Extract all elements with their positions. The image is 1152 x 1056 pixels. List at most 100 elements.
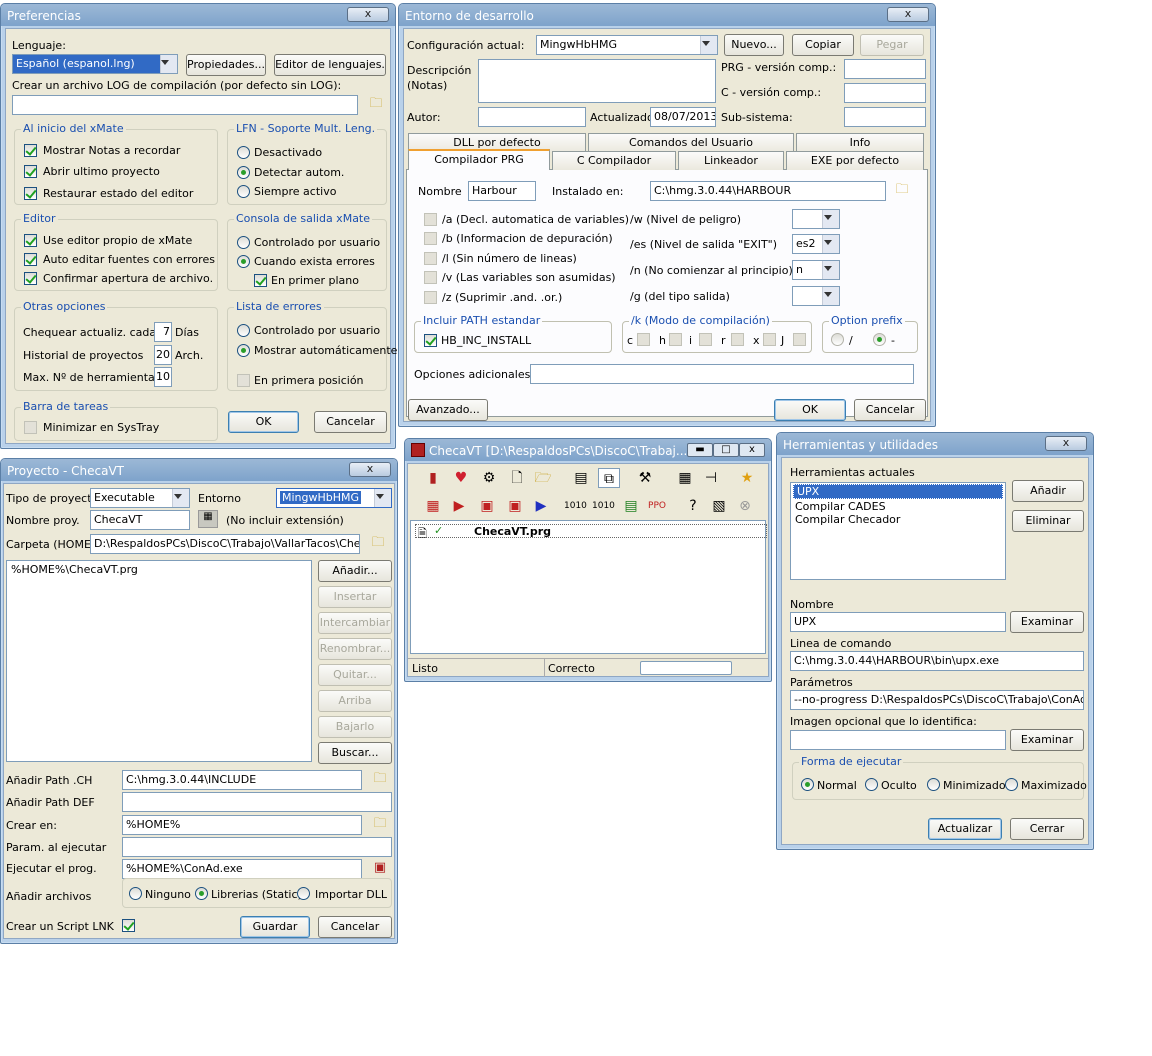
cancel-button[interactable]: Cancelar [854, 399, 926, 421]
gears-icon[interactable]: ⚙ [478, 468, 500, 488]
close-button[interactable]: x [349, 462, 391, 477]
radio[interactable] [801, 778, 814, 791]
title-bar[interactable]: Entorno de desarrollo [399, 4, 935, 26]
ppo-icon[interactable]: PPO [646, 496, 668, 516]
checkbox[interactable] [24, 253, 37, 266]
folder-icon[interactable]: 🗀 [370, 770, 390, 788]
new-file-icon[interactable]: 🗋 [506, 468, 528, 488]
copiar-button[interactable]: Copiar [792, 34, 854, 56]
tab-exe[interactable]: EXE por defecto [786, 151, 924, 170]
prg-version-input[interactable] [844, 59, 926, 79]
quitar-button[interactable]: Quitar... [318, 664, 392, 686]
binary-icon[interactable]: 1010 [592, 496, 615, 516]
w-select[interactable] [792, 209, 840, 229]
checkbox[interactable] [793, 333, 806, 346]
help-icon[interactable]: ? [682, 496, 704, 516]
propiedades-button[interactable]: Propiedades... [186, 54, 266, 76]
eliminar-button[interactable]: Eliminar [1012, 510, 1084, 532]
checkbox[interactable] [24, 272, 37, 285]
g-select[interactable] [792, 286, 840, 306]
rebuild-run-icon[interactable]: ▣ [504, 496, 526, 516]
renombrar-button[interactable]: Renombrar... [318, 638, 392, 660]
cerrar-button[interactable]: Cerrar [1010, 818, 1084, 840]
title-bar[interactable]: Proyecto - ChecaVT [1, 459, 397, 481]
close-button[interactable]: x [347, 7, 389, 22]
ejecutar-input[interactable]: %HOME%\ConAd.exe [122, 859, 362, 879]
config-select[interactable]: MingwHbHMG [536, 35, 718, 55]
nuevo-button[interactable]: Nuevo... [724, 34, 784, 56]
folder-icon[interactable]: 🗀 [366, 95, 386, 113]
maximize-button[interactable]: □ [713, 443, 739, 457]
tree-icon[interactable]: ▤ [620, 496, 642, 516]
autor-input[interactable] [478, 107, 586, 127]
entorno-select[interactable]: MingwHbHMG [276, 488, 392, 508]
checkbox[interactable] [731, 333, 744, 346]
historial-input[interactable]: 20 [154, 345, 172, 365]
radio[interactable] [237, 146, 250, 159]
calculator-icon[interactable]: ▦ [198, 510, 218, 528]
tab-linkeador[interactable]: Linkeador [678, 151, 784, 170]
max-herramientas-input[interactable]: 10 [154, 367, 172, 387]
buscar-button[interactable]: Buscar... [318, 742, 392, 764]
folder-icon[interactable]: 🗀 [892, 181, 912, 199]
tab-info[interactable]: Info [796, 133, 924, 152]
tab-comandos[interactable]: Comandos del Usuario [588, 133, 794, 152]
checkbox[interactable] [424, 213, 437, 226]
folder-icon[interactable]: 🗀 [368, 534, 388, 552]
minimize-button[interactable]: ▬ [687, 443, 713, 457]
c-version-input[interactable] [844, 83, 926, 103]
tab-compilador-prg[interactable]: Compilador PRG [408, 149, 550, 170]
radio[interactable] [237, 324, 250, 337]
n-select[interactable]: n [792, 260, 840, 280]
ok-button[interactable]: OK [774, 399, 846, 421]
rebuild-icon[interactable]: ▣ [476, 496, 498, 516]
pegar-button[interactable]: Pegar [860, 34, 924, 56]
cancel-button[interactable]: Cancelar [318, 916, 392, 938]
insertar-button[interactable]: Insertar [318, 586, 392, 608]
radio[interactable] [297, 887, 310, 900]
list-item[interactable]: %HOME%\ChecaVT.prg [7, 561, 311, 578]
nombre-input[interactable]: ChecaVT [90, 510, 190, 530]
checkbox[interactable] [24, 421, 37, 434]
imagen-input[interactable] [790, 730, 1006, 750]
checkbox[interactable] [424, 232, 437, 245]
checkbox[interactable] [424, 334, 437, 347]
settings-icon[interactable]: ▧ [708, 496, 730, 516]
exit-icon[interactable]: ▮ [422, 468, 444, 488]
radio[interactable] [237, 344, 250, 357]
instalado-input[interactable]: C:\hmg.3.0.44\HARBOUR [650, 181, 886, 201]
subsistema-input[interactable] [844, 107, 926, 127]
nombre-input[interactable]: UPX [790, 612, 1006, 632]
avanzado-button[interactable]: Avanzado... [408, 399, 488, 421]
arriba-button[interactable]: Arriba [318, 690, 392, 712]
radio[interactable] [927, 778, 940, 791]
linea-input[interactable]: C:\hmg.3.0.44\HARBOUR\bin\upx.exe [790, 651, 1084, 671]
tools-icon[interactable]: ⚒ [634, 468, 656, 488]
path-def-input[interactable] [122, 792, 392, 812]
radio[interactable] [237, 236, 250, 249]
properties-icon[interactable]: ▤ [570, 468, 592, 488]
pin-icon[interactable]: ⊣ [700, 468, 722, 488]
checkbox[interactable] [424, 291, 437, 304]
examinar-button[interactable]: Examinar [1010, 611, 1084, 633]
title-bar[interactable]: Preferencias [1, 4, 395, 26]
build-run-icon[interactable]: ▶ [448, 496, 470, 516]
checkbox[interactable] [669, 333, 682, 346]
actualizado-input[interactable]: 08/07/2013 [650, 107, 716, 127]
checkbox[interactable] [763, 333, 776, 346]
radio[interactable] [831, 333, 844, 346]
bajarlo-button[interactable]: Bajarlo [318, 716, 392, 738]
binary-icon[interactable]: 1010 [564, 496, 587, 516]
cancel-button[interactable]: Cancelar [314, 411, 387, 433]
opciones-input[interactable] [530, 364, 914, 384]
nombre-input[interactable]: Harbour [468, 181, 536, 201]
anadir-button[interactable]: Añadir... [318, 560, 392, 582]
checkbox[interactable] [699, 333, 712, 346]
es-select[interactable]: es2 [792, 234, 840, 254]
checkbox[interactable] [254, 274, 267, 287]
editor-lenguajes-button[interactable]: Editor de lenguajes. [274, 54, 386, 76]
heart-icon[interactable]: ♥ [450, 468, 472, 488]
list-item[interactable]: Compilar CADES [791, 500, 1005, 513]
guardar-button[interactable]: Guardar [240, 916, 310, 938]
ok-button[interactable]: OK [228, 411, 299, 433]
